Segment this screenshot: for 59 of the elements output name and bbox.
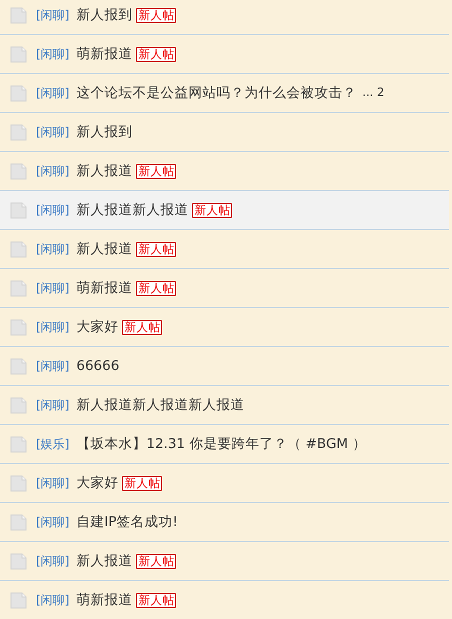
- new-post-tag: 新人帖: [136, 554, 176, 568]
- category-link[interactable]: [闲聊]: [36, 474, 70, 492]
- thread-title-link[interactable]: 大家好: [76, 472, 118, 494]
- new-post-tag: 新人帖: [136, 46, 176, 62]
- thread-title-link[interactable]: 萌新报道: [76, 590, 132, 610]
- category-link[interactable]: [闲聊]: [36, 318, 70, 336]
- category-link[interactable]: [闲聊]: [36, 513, 70, 531]
- new-post-tag: 新人帖: [136, 280, 176, 296]
- new-post-tag: 新人帖: [122, 320, 162, 334]
- category-link[interactable]: [闲聊]: [36, 123, 70, 141]
- thread-title-link[interactable]: 萌新报道: [76, 44, 132, 64]
- thread-title-link[interactable]: 这个论坛不是公益网站吗？为什么会被攻击？: [76, 82, 356, 104]
- category-link[interactable]: [闲聊]: [36, 279, 70, 297]
- category-link[interactable]: [闲聊]: [36, 45, 70, 63]
- thread-title-link[interactable]: 新人报道新人报道新人报道: [76, 394, 244, 416]
- category-link[interactable]: [闲聊]: [36, 357, 70, 375]
- document-icon: [10, 46, 27, 62]
- document-icon: [10, 318, 27, 336]
- document-icon: [10, 6, 27, 24]
- document-icon: [10, 280, 27, 296]
- document-icon: [10, 474, 27, 492]
- category-link[interactable]: [闲聊]: [36, 6, 70, 24]
- category-link[interactable]: [闲聊]: [36, 591, 70, 609]
- new-post-tag: 新人帖: [136, 592, 176, 608]
- category-link[interactable]: [闲聊]: [36, 396, 70, 414]
- category-link[interactable]: [闲聊]: [36, 84, 70, 102]
- thread-title-link[interactable]: 新人报到: [76, 4, 132, 26]
- category-link[interactable]: [闲聊]: [36, 162, 70, 180]
- category-link[interactable]: [闲聊]: [36, 240, 70, 258]
- document-icon: [10, 124, 27, 140]
- thread-title-link[interactable]: 新人报道: [76, 160, 132, 182]
- category-link[interactable]: [娱乐]: [36, 435, 70, 453]
- new-post-tag: 新人帖: [136, 8, 176, 22]
- category-link[interactable]: [闲聊]: [36, 201, 70, 219]
- document-icon: [10, 240, 27, 258]
- thread-title-link[interactable]: 新人报道: [76, 238, 132, 260]
- document-icon: [10, 358, 27, 374]
- new-post-tag: 新人帖: [136, 242, 176, 256]
- thread-title-link[interactable]: 66666: [76, 356, 120, 376]
- document-icon: [10, 84, 27, 102]
- new-post-tag: 新人帖: [122, 476, 162, 490]
- document-icon: [10, 436, 27, 452]
- thread-title-link[interactable]: 大家好: [76, 316, 118, 338]
- thread-title-link[interactable]: 萌新报道: [76, 278, 132, 298]
- new-post-tag: 新人帖: [136, 164, 176, 178]
- document-icon: [10, 162, 27, 180]
- page-link[interactable]: ... 2: [362, 84, 384, 102]
- thread-title-link[interactable]: 自建IP签名成功!: [76, 512, 178, 532]
- document-icon: [10, 592, 27, 608]
- thread-title-link[interactable]: 【坂本水】12.31 你是要跨年了？（ #BGM ）: [76, 434, 366, 454]
- document-icon: [10, 514, 27, 530]
- document-icon: [10, 396, 27, 414]
- thread-title-link[interactable]: 新人报道新人报道: [76, 200, 188, 220]
- thread-title-link[interactable]: 新人报道: [76, 550, 132, 572]
- category-link[interactable]: [闲聊]: [36, 552, 70, 570]
- document-icon: [10, 202, 27, 218]
- thread-title-link[interactable]: 新人报到: [76, 122, 132, 142]
- new-post-tag: 新人帖: [192, 202, 232, 218]
- document-icon: [10, 552, 27, 570]
